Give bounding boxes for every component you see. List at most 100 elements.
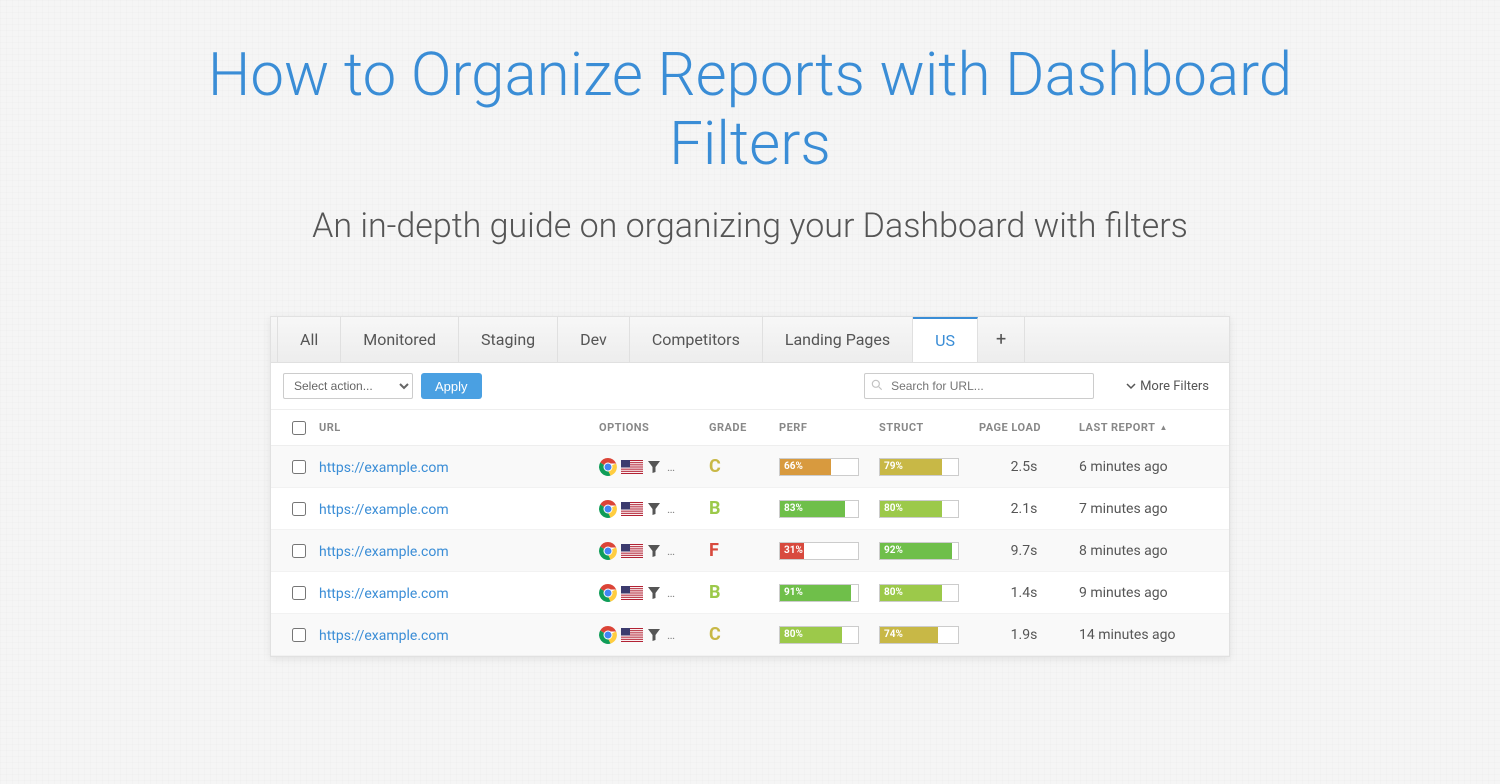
search-icon <box>870 378 884 392</box>
struct-bar-cell: 80% <box>879 584 979 602</box>
us-flag-icon <box>621 502 643 516</box>
col-options[interactable]: OPTIONS <box>599 421 709 434</box>
page-load-value: 2.5s <box>979 459 1079 475</box>
report-url-link[interactable]: https://example.com <box>319 502 449 518</box>
perf-bar: 66% <box>779 458 859 476</box>
tab-dev[interactable]: Dev <box>558 317 630 362</box>
more-options-icon[interactable]: … <box>667 628 675 642</box>
report-url-link[interactable]: https://example.com <box>319 460 449 476</box>
table-row: https://example.com…C66%79%2.5s6 minutes… <box>271 446 1229 488</box>
tab-landing-pages[interactable]: Landing Pages <box>763 317 913 362</box>
row-checkbox[interactable] <box>292 502 306 516</box>
apply-button[interactable]: Apply <box>421 373 482 399</box>
row-checkbox[interactable] <box>292 460 306 474</box>
filter-icon[interactable] <box>647 544 661 558</box>
row-url-cell: https://example.com <box>319 541 599 560</box>
struct-bar: 80% <box>879 584 959 602</box>
table-row: https://example.com…F31%92%9.7s8 minutes… <box>271 530 1229 572</box>
chevron-down-icon <box>1126 381 1136 391</box>
row-checkbox[interactable] <box>292 586 306 600</box>
us-flag-icon <box>621 628 643 642</box>
report-url-link[interactable]: https://example.com <box>319 628 449 644</box>
perf-bar-label: 80% <box>780 629 803 640</box>
perf-bar: 83% <box>779 500 859 518</box>
col-grade[interactable]: GRADE <box>709 421 779 434</box>
tab-competitors[interactable]: Competitors <box>630 317 763 362</box>
filter-icon[interactable] <box>647 586 661 600</box>
chrome-icon <box>599 542 617 560</box>
page-load-value: 1.4s <box>979 585 1079 601</box>
page-load-value: 2.1s <box>979 501 1079 517</box>
col-page-load[interactable]: PAGE LOAD <box>979 421 1079 434</box>
more-options-icon[interactable]: … <box>667 544 675 558</box>
perf-bar-label: 31% <box>780 545 803 556</box>
struct-bar-label: 80% <box>880 503 903 514</box>
last-report-value: 9 minutes ago <box>1079 585 1229 601</box>
perf-bar-label: 66% <box>780 461 803 472</box>
col-perf[interactable]: PERF <box>779 421 879 434</box>
us-flag-icon <box>621 544 643 558</box>
struct-bar-label: 79% <box>880 461 903 472</box>
chrome-icon <box>599 626 617 644</box>
tab-us[interactable]: US <box>913 317 978 362</box>
toolbar: Select action... Apply More Filters <box>271 363 1229 410</box>
report-url-link[interactable]: https://example.com <box>319 544 449 560</box>
struct-bar-cell: 92% <box>879 542 979 560</box>
filter-icon[interactable] <box>647 460 661 474</box>
tab-monitored[interactable]: Monitored <box>341 317 459 362</box>
more-filters-label: More Filters <box>1140 379 1209 394</box>
perf-bar-label: 91% <box>780 587 803 598</box>
row-checkbox[interactable] <box>292 628 306 642</box>
search-input[interactable] <box>864 373 1094 399</box>
add-tab-button[interactable]: + <box>978 317 1025 362</box>
table-row: https://example.com … B91% 80% 1.4s9 minutes… <box>271 572 1229 614</box>
row-checkbox-cell <box>279 502 319 516</box>
grade-value: B <box>709 582 779 603</box>
col-last-report[interactable]: LAST REPORT ▲ <box>1079 421 1230 434</box>
table-row: https://example.com…B83%80%2.1s7 minutes… <box>271 488 1229 530</box>
col-last-report-label: LAST REPORT <box>1079 421 1155 434</box>
struct-bar-cell: 74% <box>879 626 979 644</box>
last-report-value: 6 minutes ago <box>1079 459 1229 475</box>
row-url-cell: https://example.com <box>319 583 599 602</box>
more-options-icon[interactable]: … <box>667 460 675 474</box>
row-checkbox-cell <box>279 544 319 558</box>
bulk-action-select[interactable]: Select action... <box>283 373 413 399</box>
page-load-value: 9.7s <box>979 543 1079 559</box>
row-options-cell: … <box>599 626 709 644</box>
row-checkbox-cell <box>279 586 319 600</box>
select-all-checkbox[interactable] <box>292 421 306 435</box>
more-options-icon[interactable]: … <box>667 502 675 516</box>
perf-bar-cell: 31% <box>779 542 879 560</box>
perf-bar: 91% <box>779 584 859 602</box>
perf-bar-cell: 80% <box>779 626 879 644</box>
dashboard-panel: AllMonitoredStagingDevCompetitorsLanding… <box>270 316 1230 657</box>
struct-bar: 80% <box>879 500 959 518</box>
more-filters-button[interactable]: More Filters <box>1118 379 1217 394</box>
filter-tabs: AllMonitoredStagingDevCompetitorsLanding… <box>271 317 1229 363</box>
struct-bar-label: 80% <box>880 587 903 598</box>
col-url[interactable]: URL <box>319 421 599 434</box>
page-load-value: 1.9s <box>979 627 1079 643</box>
struct-bar-label: 74% <box>880 629 903 640</box>
filter-icon[interactable] <box>647 502 661 516</box>
row-checkbox-cell <box>279 460 319 474</box>
row-options-cell: … <box>599 458 709 476</box>
struct-bar-label: 92% <box>880 545 903 556</box>
last-report-value: 8 minutes ago <box>1079 543 1229 559</box>
perf-bar-cell: 91% <box>779 584 879 602</box>
row-options-cell: … <box>599 584 709 602</box>
col-struct[interactable]: STRUCT <box>879 421 979 434</box>
row-checkbox[interactable] <box>292 544 306 558</box>
filter-icon[interactable] <box>647 628 661 642</box>
perf-bar-cell: 66% <box>779 458 879 476</box>
perf-bar: 80% <box>779 626 859 644</box>
chrome-icon <box>599 584 617 602</box>
tab-staging[interactable]: Staging <box>459 317 558 362</box>
more-options-icon[interactable]: … <box>667 586 675 600</box>
struct-bar-cell: 80% <box>879 500 979 518</box>
page-title: How to Organize Reports with Dashboard F… <box>200 40 1300 178</box>
report-url-link[interactable]: https://example.com <box>319 586 449 602</box>
tab-all[interactable]: All <box>277 317 341 362</box>
perf-bar: 31% <box>779 542 859 560</box>
